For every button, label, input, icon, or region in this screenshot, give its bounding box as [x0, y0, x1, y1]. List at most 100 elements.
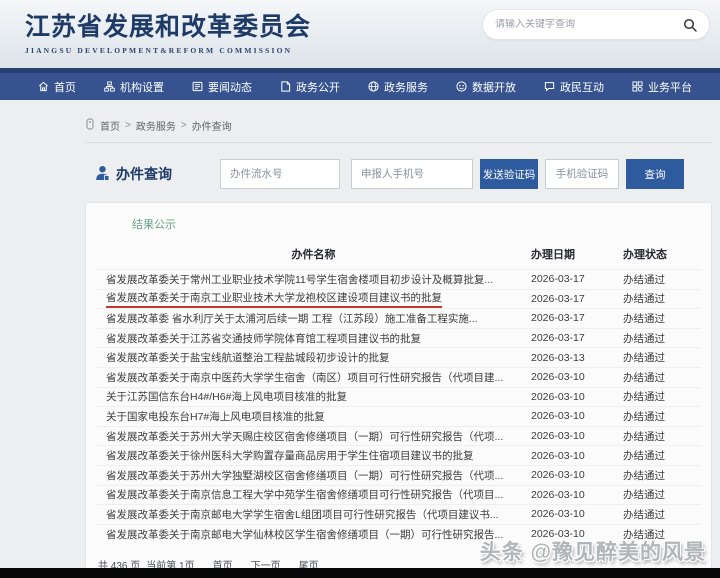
header-search[interactable] — [482, 9, 710, 40]
row-status: 办结通过 — [623, 391, 665, 404]
row-name[interactable]: 省发展改革委 省水利厅关于太浦河后续一期 工程（江苏段）施工准备工程实施... — [96, 311, 531, 326]
results-table-body: 省发展改革委关于常州工业职业技术学院11号学生宿舍楼项目初步设计及概算批复...… — [96, 269, 701, 543]
breadcrumb-services[interactable]: 政务服务 — [136, 118, 176, 133]
table-row: 省发展改革委关于苏州大学天赐庄校区宿舍修缮项目（一期）可行性研究报告（代项...… — [96, 425, 701, 446]
row-name-text: 省发展改革委关于苏州大学独墅湖校区宿舍修缮项目（一期）可行性研究报告（代项... — [106, 469, 504, 482]
nav-item-home[interactable]: 首页 — [38, 79, 76, 95]
table-row: 省发展改革委关于盐宝线航道整治工程盐城段初步设计的批复 2026-03-13 办… — [96, 347, 701, 367]
row-status: 办结通过 — [623, 273, 665, 286]
nav-label: 政务公开 — [296, 81, 340, 94]
row-status: 办结通过 — [623, 410, 665, 423]
form-title-text: 办件查询 — [116, 166, 172, 182]
row-date: 2026-03-17 — [531, 332, 585, 345]
row-date: 2026-03-13 — [531, 351, 585, 364]
table-row: 省发展改革委关于南京信息工程大学中苑学生宿舍修缮项目可行性研究报告（代项目...… — [96, 484, 701, 505]
row-name[interactable]: 省发展改革委关于苏州大学天赐庄校区宿舍修缮项目（一期）可行性研究报告（代项... — [96, 429, 531, 444]
row-name-text: 省发展改革委关于南京邮电大学学生宿舍L组团项目可行性研究报告（代项目建议书... — [106, 508, 499, 521]
nav-label: 政务服务 — [384, 81, 428, 94]
row-name-text: 省发展改革委关于南京信息工程大学中苑学生宿舍修缮项目可行性研究报告（代项目... — [106, 489, 504, 502]
table-row: 省发展改革委关于徐州医科大学购置存量商品房用于学生住宿项目建议书的批复 2026… — [96, 445, 701, 465]
row-date: 2026-03-10 — [531, 488, 585, 501]
row-name[interactable]: 省发展改革委关于盐宝线航道整治工程盐城段初步设计的批复 — [96, 350, 531, 365]
row-date: 2026-03-10 — [531, 449, 585, 462]
phone-number-input[interactable] — [351, 159, 473, 189]
row-status: 办结通过 — [623, 312, 665, 325]
row-name-text: 省发展改革委 省水利厅关于太浦河后续一期 工程（江苏段）施工准备工程实施... — [106, 312, 478, 325]
document-icon — [280, 81, 291, 92]
send-code-button[interactable]: 发送验证码 — [480, 159, 538, 189]
serial-number-input[interactable] — [220, 159, 340, 189]
table-row: 省发展改革委关于南京工业职业技术大学龙袍校区建设项目建议书的批复 2026-03… — [96, 288, 701, 309]
row-name[interactable]: 关于国家电投东台H7#海上风电项目核准的批复 — [96, 409, 531, 424]
breadcrumb: 首页 > 政务服务 > 办件查询 — [85, 118, 712, 143]
search-icon[interactable] — [683, 18, 697, 32]
row-status: 办结通过 — [623, 352, 665, 365]
row-status: 办结通过 — [623, 508, 665, 521]
person-icon — [95, 165, 110, 184]
query-button[interactable]: 查询 — [626, 159, 684, 189]
nav-label: 要闻动态 — [208, 81, 252, 94]
row-name[interactable]: 省发展改革委关于徐州医科大学购置存量商品房用于学生住宿项目建议书的批复 — [96, 448, 531, 463]
site-title: 江苏省发展和改革委员会 — [25, 13, 312, 41]
row-name[interactable]: 省发展改革委关于南京中医药大学学生宿舍（南区）项目可行性研究报告（代项目建... — [96, 370, 531, 385]
column-header-date: 办理日期 — [531, 249, 575, 261]
row-name[interactable]: 省发展改革委关于江苏省交通技师学院体育馆工程项目建议书的批复 — [96, 331, 531, 346]
home-icon — [38, 81, 49, 92]
nav-label: 首页 — [54, 81, 76, 94]
search-input[interactable] — [495, 19, 683, 30]
row-name-text: 省发展改革委关于江苏省交通技师学院体育馆工程项目建议书的批复 — [106, 332, 421, 345]
row-name-text: 关于江苏国信东台H4#/H6#海上风电项目核准的批复 — [106, 391, 347, 404]
nav-item-services[interactable]: 政务服务 — [368, 79, 428, 95]
chat-bubble-icon — [544, 81, 555, 92]
row-name-text: 省发展改革委关于南京工业职业技术大学龙袍校区建设项目建议书的批复 — [106, 290, 442, 308]
row-name-text: 省发展改革委关于徐州医科大学购置存量商品房用于学生住宿项目建议书的批复 — [106, 450, 474, 463]
main-nav: 首页 机构设置 要闻动态 政务公开 政务服务 数据开放 政民互动 业务平台 — [0, 73, 720, 100]
row-date: 2026-03-10 — [531, 469, 585, 482]
table-row: 省发展改革委关于南京中医药大学学生宿舍（南区）项目可行性研究报告（代项目建...… — [96, 366, 701, 387]
row-date: 2026-03-17 — [531, 273, 585, 286]
row-name-text: 省发展改革委关于常州工业职业技术学院11号学生宿舍楼项目初步设计及概算批复... — [106, 273, 494, 286]
column-header-name: 办件名称 — [291, 249, 336, 261]
row-date: 2026-03-17 — [531, 312, 585, 325]
row-name-text: 省发展改革委关于苏州大学天赐庄校区宿舍修缮项目（一期）可行性研究报告（代项... — [106, 430, 504, 443]
table-row: 省发展改革委关于江苏省交通技师学院体育馆工程项目建议书的批复 2026-03-1… — [96, 327, 701, 348]
breadcrumb-current: 办件查询 — [191, 122, 232, 133]
location-icon — [85, 118, 95, 133]
nav-item-data[interactable]: 数据开放 — [456, 79, 516, 95]
form-title: 办件查询 — [95, 164, 172, 184]
row-name[interactable]: 省发展改革委关于南京信息工程大学中苑学生宿舍修缮项目可行性研究报告（代项目... — [96, 487, 531, 502]
table-row: 关于江苏国信东台H4#/H6#海上风电项目核准的批复 2026-03-10 办结… — [96, 386, 701, 407]
table-row: 省发展改革委 省水利厅关于太浦河后续一期 工程（江苏段）施工准备工程实施... … — [96, 308, 701, 328]
table-row: 关于国家电投东台H7#海上风电项目核准的批复 2026-03-10 办结通过 — [96, 406, 701, 426]
row-name[interactable]: 省发展改革委关于常州工业职业技术学院11号学生宿舍楼项目初步设计及概算批复... — [96, 272, 531, 287]
nav-item-platform[interactable]: 业务平台 — [632, 79, 692, 95]
table-row: 省发展改革委关于南京邮电大学学生宿舍L组团项目可行性研究报告（代项目建议书...… — [96, 504, 701, 524]
verification-code-input[interactable] — [545, 159, 619, 189]
row-name-text: 省发展改革委关于南京邮电大学仙林校区学生宿舍修缮项目（一期）可行性研究报告... — [106, 528, 504, 541]
nav-item-org[interactable]: 机构设置 — [104, 79, 164, 95]
breadcrumb-home[interactable]: 首页 — [100, 118, 120, 133]
row-status: 办结通过 — [623, 450, 665, 463]
globe-icon — [368, 81, 379, 92]
database-icon — [456, 81, 467, 92]
row-date: 2026-03-10 — [531, 430, 585, 443]
row-date: 2026-03-10 — [531, 390, 585, 403]
row-name[interactable]: 省发展改革委关于南京邮电大学仙林校区学生宿舍修缮项目（一期）可行性研究报告... — [96, 527, 531, 542]
row-status: 办结通过 — [623, 293, 665, 306]
case-query-form: 办件查询 发送验证码 查询 — [95, 159, 720, 189]
column-header-status: 办理状态 — [623, 249, 667, 261]
nav-item-interaction[interactable]: 政民互动 — [544, 79, 604, 95]
row-name[interactable]: 省发展改革委关于南京工业职业技术大学龙袍校区建设项目建议书的批复 — [96, 290, 531, 308]
site-brand: 江苏省发展和改革委员会 JIANGSU DEVELOPMENT&REFORM C… — [25, 7, 311, 55]
row-date: 2026-03-17 — [531, 292, 585, 305]
row-name[interactable]: 省发展改革委关于南京邮电大学学生宿舍L组团项目可行性研究报告（代项目建议书... — [96, 507, 531, 522]
bottom-black-bar — [0, 568, 720, 578]
nav-item-disclosure[interactable]: 政务公开 — [280, 79, 340, 95]
row-name[interactable]: 关于江苏国信东台H4#/H6#海上风电项目核准的批复 — [96, 389, 531, 404]
row-status: 办结通过 — [623, 489, 665, 502]
nav-item-news[interactable]: 要闻动态 — [192, 79, 252, 95]
row-name[interactable]: 省发展改革委关于苏州大学独墅湖校区宿舍修缮项目（一期）可行性研究报告（代项... — [96, 468, 531, 483]
table-row: 省发展改革委关于常州工业职业技术学院11号学生宿舍楼项目初步设计及概算批复...… — [96, 269, 701, 289]
org-chart-icon — [104, 81, 115, 92]
breadcrumb-separator: > — [125, 120, 131, 131]
